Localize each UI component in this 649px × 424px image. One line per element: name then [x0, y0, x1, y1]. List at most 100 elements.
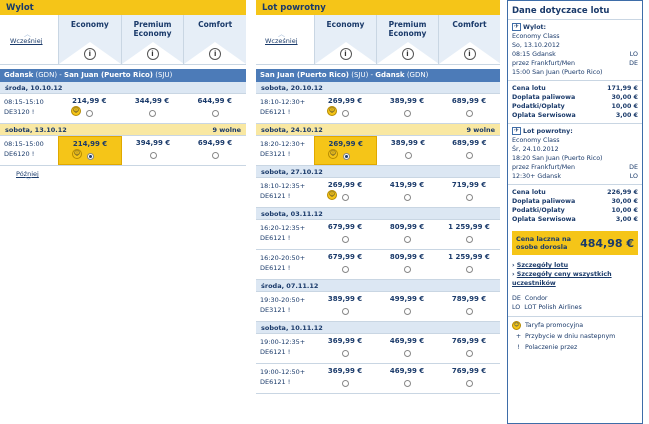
fare-option[interactable]: 809,99 € [376, 220, 438, 249]
chevron-down-icon[interactable]: ﹀ [25, 178, 32, 185]
exclamation-icon: ! [517, 344, 520, 351]
fare-radio[interactable] [466, 152, 474, 159]
fare-option[interactable]: 719,99 € [438, 178, 500, 207]
flight-row: 08:15-15:00 DE6120 ! 214,99 € ☺ 394,99 €… [0, 136, 246, 166]
flight-times: 18:10-12:30+ [260, 98, 306, 106]
fare-option[interactable]: 369,99 € [314, 364, 376, 393]
fare-option[interactable]: 369,99 € [314, 334, 376, 363]
fare-option[interactable]: 644,99 € [183, 94, 246, 123]
legend: ☺ Taryfa promocyjna + Przybycie w dniu nas… [508, 316, 642, 356]
fare-radio[interactable] [404, 380, 411, 387]
fare-radio[interactable] [404, 194, 411, 201]
fare-option[interactable]: 689,99 € [438, 94, 500, 123]
plane-return-icon: ✈ [512, 127, 521, 135]
fare-radio[interactable] [342, 110, 349, 117]
outbound-panel: Wylot ︿ Wcześniej Economy i Premium Econo… [0, 0, 247, 190]
fare-option[interactable]: 694,99 € [184, 136, 246, 165]
flight-row: 16:20-20:50+ DE6121 ! 679,99 € 809,99 € … [256, 250, 500, 280]
info-icon[interactable]: i [401, 48, 414, 60]
fare-radio[interactable] [404, 350, 411, 357]
fare-price: 1 259,99 € [448, 253, 490, 261]
fare-radio[interactable] [149, 110, 156, 117]
fare-radio[interactable] [466, 266, 473, 273]
fare-radio[interactable] [342, 308, 349, 315]
fare-radio[interactable] [212, 152, 219, 159]
fare-option[interactable]: 389,99 € [376, 94, 438, 123]
fare-option[interactable]: 344,99 € [121, 94, 184, 123]
class-premium-economy: Premium Economy i [120, 15, 184, 64]
fare-radio[interactable] [342, 380, 349, 387]
fare-price: 394,99 € [135, 139, 171, 147]
fare-radio[interactable] [150, 152, 157, 159]
cost-line: Oplata Serwisowa 3,00 € [512, 216, 638, 223]
fare-radio[interactable] [342, 266, 349, 273]
fare-radio[interactable] [466, 236, 473, 243]
flight-times: 18:10-12:35+ [260, 182, 306, 190]
fare-radio[interactable] [86, 110, 94, 117]
fare-option[interactable]: 389,99 € [377, 136, 438, 165]
fare-option[interactable]: 214,99 € ☺ [58, 94, 121, 123]
smiley-icon: ☺ [328, 149, 338, 159]
smiley-icon: ☺ [327, 190, 337, 200]
fare-option[interactable]: 469,99 € [376, 364, 438, 393]
fare-radio[interactable] [404, 266, 411, 273]
fare-option[interactable]: 679,99 € [314, 220, 376, 249]
fare-radio[interactable] [466, 110, 473, 117]
flight-row: 18:20-12:30+ DE3121 ! 269,99 € ☺ 389,99 … [256, 136, 500, 166]
fare-radio[interactable] [404, 308, 411, 315]
fare-price: 389,99 € [390, 139, 426, 147]
info-icon[interactable]: i [83, 48, 96, 60]
earlier-link[interactable]: Wcześniej [265, 37, 298, 45]
earlier-link[interactable]: Wcześniej [10, 37, 43, 45]
carrier-item: DE Condor [512, 295, 548, 302]
fare-option[interactable]: 789,99 € [438, 292, 500, 321]
fare-radio[interactable] [342, 153, 350, 160]
chevron-up-icon[interactable]: ︿ [278, 31, 285, 38]
fare-radio[interactable] [466, 350, 473, 357]
exclamation-icon: ! [31, 108, 35, 116]
fare-radio[interactable] [342, 236, 349, 243]
fare-radio[interactable] [87, 153, 94, 160]
fare-option[interactable]: 1 259,99 € [438, 220, 500, 249]
fare-option[interactable]: 769,99 € [438, 364, 500, 393]
fare-radio[interactable] [466, 380, 473, 387]
fare-radio[interactable] [404, 236, 411, 243]
price-details-link[interactable]: › Szczegóły ceny wszystkich uczestników [512, 270, 638, 288]
chevron-up-icon[interactable]: ︿ [24, 31, 31, 38]
fare-option[interactable]: 419,99 € [376, 178, 438, 207]
fare-radio[interactable] [466, 194, 473, 201]
fare-price: 269,99 € [327, 97, 363, 105]
fare-option[interactable]: 769,99 € [438, 334, 500, 363]
fare-radio[interactable] [211, 110, 219, 117]
fare-option[interactable]: 269,99 € ☺ [314, 178, 376, 207]
fare-radio[interactable] [342, 350, 349, 357]
fare-price: 469,99 € [389, 337, 425, 345]
fare-radio[interactable] [404, 152, 412, 159]
fare-option[interactable]: 269,99 € ☺ [314, 94, 376, 123]
fare-option[interactable]: 809,99 € [376, 250, 438, 279]
fare-radio[interactable] [466, 308, 473, 315]
return-class-header: ︿ Wcześniej Economy i Premium Economy i Co… [256, 15, 501, 65]
fare-option[interactable]: 389,99 € [314, 292, 376, 321]
fare-option[interactable]: 269,99 € ☺ [314, 136, 378, 165]
flight-code: DE6121 [260, 264, 286, 272]
fare-price: 269,99 € [328, 140, 363, 148]
fare-option[interactable]: 1 259,99 € [438, 250, 500, 279]
date-header: sobota, 20.10.12 [256, 82, 500, 94]
flight-times: 08:15-15:00 [4, 140, 44, 148]
info-icon[interactable]: i [339, 48, 352, 60]
fare-option[interactable]: 394,99 € [122, 136, 184, 165]
fare-radio[interactable] [342, 194, 349, 201]
fare-option[interactable]: 679,99 € [314, 250, 376, 279]
fare-option[interactable]: 469,99 € [376, 334, 438, 363]
fare-price: 679,99 € [327, 253, 363, 261]
info-icon[interactable]: i [146, 48, 159, 60]
fare-radio[interactable] [404, 110, 411, 117]
total-price-box: Cena laczna na osobe dorosla 484,98 € [512, 231, 638, 255]
flight-details-link[interactable]: › Szczegóły lotu [512, 261, 638, 270]
fare-option[interactable]: 689,99 € [439, 136, 500, 165]
fare-option[interactable]: 499,99 € [376, 292, 438, 321]
info-icon[interactable]: i [463, 48, 476, 60]
date-header: sobota, 27.10.12 [256, 166, 500, 178]
fare-option[interactable]: 214,99 € ☺ [58, 136, 122, 165]
